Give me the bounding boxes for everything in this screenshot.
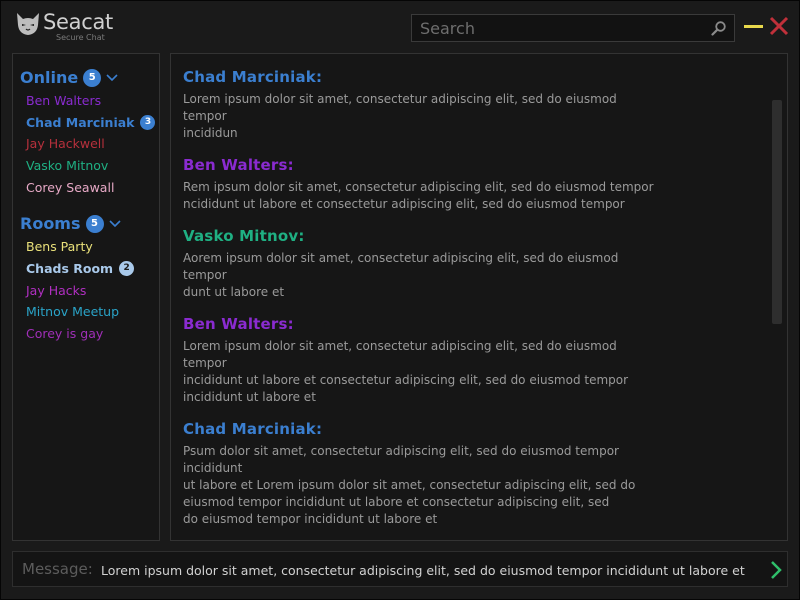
- online-user-chad-marciniak[interactable]: Chad Marciniak 3: [26, 115, 156, 130]
- unread-badge: 3: [140, 115, 156, 130]
- message-author: Vasko Mitnov:: [183, 227, 305, 245]
- message-author: Chad Marciniak:: [183, 420, 323, 438]
- send-chevron-icon[interactable]: [768, 560, 784, 580]
- chat-scrollbar[interactable]: [772, 100, 782, 324]
- chevron-down-icon[interactable]: [106, 73, 118, 82]
- online-user-ben-walters[interactable]: Ben Walters: [26, 93, 101, 108]
- room-chads-room[interactable]: Chads Room 2: [26, 261, 135, 276]
- message: Vasko Mitnov: Aorem ipsum dolor sit amet…: [183, 227, 663, 301]
- user-name: Ben Walters: [26, 93, 102, 108]
- message-text: Aorem ipsum dolor sit amet, consectetur …: [183, 251, 619, 299]
- online-count-badge: 5: [83, 68, 102, 87]
- chat-panel: Chad Marciniak: Lorem ipsum dolor sit am…: [170, 53, 788, 541]
- minimize-button[interactable]: [744, 16, 764, 36]
- user-name: Vasko Mitnov: [26, 158, 109, 173]
- app-window: Seacat Secure Chat Online 5 Ben Walters …: [0, 0, 800, 600]
- chevron-down-icon[interactable]: [108, 219, 121, 228]
- message: Ben Walters: Rem ipsum dolor sit amet, c…: [183, 156, 663, 213]
- unread-badge: 2: [119, 261, 135, 276]
- rooms-count-badge: 5: [85, 214, 104, 233]
- brand: Seacat Secure Chat: [43, 10, 113, 42]
- message: Chad Marciniak: Lorem ipsum dolor sit am…: [183, 68, 663, 142]
- online-user-corey-seawall[interactable]: Corey Seawall: [26, 180, 114, 195]
- message: Ben Walters: Lorem ipsum dolor sit amet,…: [183, 315, 663, 406]
- message-list: Chad Marciniak: Lorem ipsum dolor sit am…: [183, 68, 663, 542]
- sidebar: Online 5 Ben Walters Chad Marciniak 3 Ja…: [12, 53, 160, 541]
- user-name: Chad Marciniak: [26, 115, 135, 130]
- rooms-title: Rooms: [20, 214, 81, 233]
- online-title: Online: [20, 68, 79, 87]
- search-input[interactable]: [411, 14, 735, 42]
- room-mitnov-meetup[interactable]: Mitnov Meetup: [26, 304, 119, 319]
- room-name: Bens Party: [26, 239, 93, 254]
- app-name: Seacat: [43, 10, 113, 34]
- room-bens-party[interactable]: Bens Party: [26, 239, 93, 254]
- search-icon[interactable]: [711, 20, 727, 36]
- message: Chad Marciniak: Psum dolor sit amet, con…: [183, 420, 663, 528]
- message-author: Chad Marciniak:: [183, 68, 323, 86]
- room-name: Chads Room: [26, 261, 114, 276]
- message-composer: Message:: [12, 551, 788, 587]
- message-label: Message:: [22, 560, 93, 578]
- room-name: Mitnov Meetup: [26, 304, 120, 319]
- online-user-jay-hackwell[interactable]: Jay Hackwell: [26, 136, 105, 151]
- rooms-section-header[interactable]: Rooms 5: [20, 214, 121, 233]
- message-text: Rem ipsum dolor sit amet, consectetur ad…: [183, 180, 654, 211]
- message-text: Psum dolor sit amet, consectetur adipisc…: [183, 444, 636, 526]
- message-text: Lorem ipsum dolor sit amet, consectetur …: [183, 339, 629, 404]
- cat-logo-icon: [17, 13, 39, 35]
- message-author: Ben Walters:: [183, 156, 294, 174]
- message-text: Lorem ipsum dolor sit amet, consectetur …: [183, 92, 617, 140]
- room-name: Jay Hacks: [26, 283, 87, 298]
- online-section-header[interactable]: Online 5: [20, 68, 118, 87]
- room-corey-is-gay[interactable]: Corey is gay: [26, 326, 103, 341]
- user-name: Jay Hackwell: [26, 136, 105, 151]
- message-input[interactable]: [99, 556, 753, 584]
- close-button[interactable]: [769, 16, 789, 36]
- room-name: Corey is gay: [26, 326, 104, 341]
- message-author: Ben Walters:: [183, 315, 294, 333]
- online-user-vasko-mitnov[interactable]: Vasko Mitnov: [26, 158, 108, 173]
- user-name: Corey Seawall: [26, 180, 115, 195]
- app-tagline: Secure Chat: [56, 33, 105, 42]
- room-jay-hacks[interactable]: Jay Hacks: [26, 283, 86, 298]
